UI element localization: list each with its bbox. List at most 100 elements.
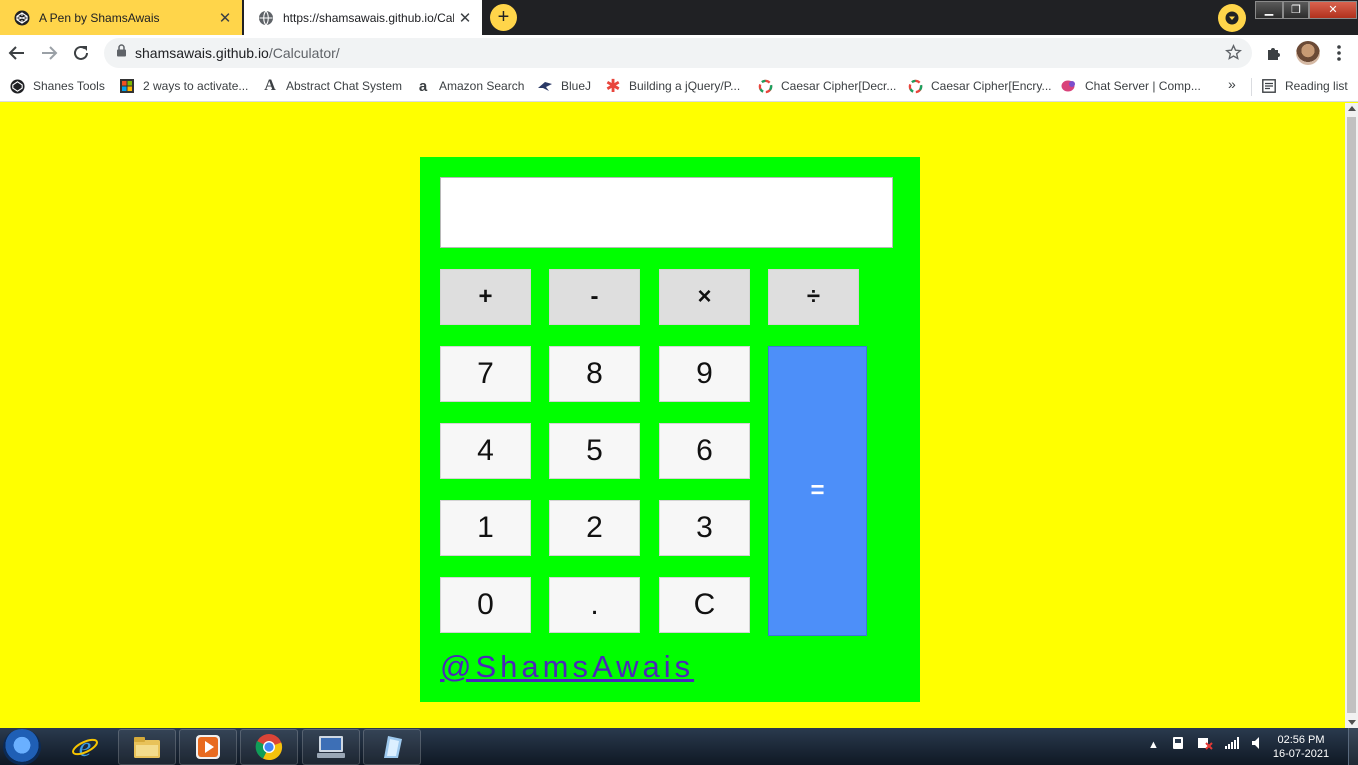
bookmarks-divider xyxy=(1251,78,1252,96)
asterisk-icon: ✱ xyxy=(605,75,621,96)
url-text: shamsawais.github.io/Calculator/ xyxy=(135,45,340,61)
ring-icon xyxy=(757,78,773,94)
multiply-button[interactable]: × xyxy=(659,269,750,325)
page-scrollbar[interactable] xyxy=(1345,103,1358,728)
bookmark-amazon-search[interactable]: a Amazon Search xyxy=(415,76,525,96)
digit-0-button[interactable]: 0 xyxy=(440,577,531,633)
windows-icon xyxy=(119,78,135,94)
close-window-button[interactable]: ✕ xyxy=(1309,1,1357,19)
letter-a-icon: A xyxy=(264,77,276,94)
digit-7-button[interactable]: 7 xyxy=(440,346,531,402)
bookmark-chat-server[interactable]: Chat Server | Comp... xyxy=(1061,76,1201,96)
file-explorer-icon[interactable] xyxy=(118,729,176,765)
new-tab-button[interactable]: + xyxy=(490,4,517,31)
calculator-display[interactable] xyxy=(440,177,893,248)
notepad-icon[interactable] xyxy=(363,729,421,765)
calculator: + - × ÷ 7 8 9 4 5 6 1 2 3 0 . C = @Shams… xyxy=(420,157,920,702)
digit-4-button[interactable]: 4 xyxy=(440,423,531,479)
bookmark-label: Shanes Tools xyxy=(33,79,105,93)
address-bar[interactable]: shamsawais.github.io/Calculator/ xyxy=(104,38,1252,68)
add-button[interactable]: + xyxy=(440,269,531,325)
bookmark-abstract-chat[interactable]: A Abstract Chat System xyxy=(262,76,402,96)
amazon-icon: a xyxy=(418,77,428,95)
chrome-icon[interactable] xyxy=(240,729,298,765)
extensions-puzzle-icon[interactable] xyxy=(1262,41,1286,65)
ring-icon xyxy=(907,78,923,94)
digit-1-button[interactable]: 1 xyxy=(440,500,531,556)
system-tray: ▲ xyxy=(1148,736,1263,753)
digit-5-button[interactable]: 5 xyxy=(549,423,640,479)
divide-button[interactable]: ÷ xyxy=(768,269,859,325)
subtract-button[interactable]: - xyxy=(549,269,640,325)
url-path: /Calculator/ xyxy=(268,45,340,61)
tab-search-button[interactable] xyxy=(1218,4,1246,32)
bookmark-shanes-tools[interactable]: Shanes Tools xyxy=(9,76,105,96)
digit-2-button[interactable]: 2 xyxy=(549,500,640,556)
minimize-button[interactable]: ▁ xyxy=(1255,1,1283,19)
equals-button[interactable]: = xyxy=(768,346,867,636)
media-player-icon[interactable] xyxy=(179,729,237,765)
volume-icon[interactable] xyxy=(1251,736,1263,753)
page-viewport: + - × ÷ 7 8 9 4 5 6 1 2 3 0 . C = @Shams… xyxy=(0,103,1345,728)
digit-6-button[interactable]: 6 xyxy=(659,423,750,479)
bookmark-ways-to-activate[interactable]: 2 ways to activate... xyxy=(119,76,248,96)
forward-button[interactable] xyxy=(35,39,63,67)
profile-avatar[interactable] xyxy=(1296,41,1320,65)
menu-dots-icon[interactable] xyxy=(1327,41,1351,65)
start-button[interactable] xyxy=(3,729,41,765)
codepen-icon xyxy=(14,10,30,26)
bookmarks-bar: Shanes Tools 2 ways to activate... A Abs… xyxy=(0,70,1358,102)
bookmark-label: BlueJ xyxy=(561,79,592,93)
reading-list-button[interactable]: Reading list xyxy=(1261,76,1348,96)
maximize-button[interactable]: ❐ xyxy=(1283,1,1309,19)
reload-button[interactable] xyxy=(67,39,95,67)
bookmark-label: Caesar Cipher[Decr... xyxy=(781,79,897,93)
tab-strip: A Pen by ShamsAwais ✕ https://shamsawais… xyxy=(0,0,1358,35)
reload-icon xyxy=(74,45,88,60)
tab-title: A Pen by ShamsAwais xyxy=(39,10,160,25)
decimal-point-button[interactable]: . xyxy=(549,577,640,633)
scrollbar-thumb[interactable] xyxy=(1347,117,1356,713)
forward-arrow-icon xyxy=(42,46,58,60)
url-host: shamsawais.github.io xyxy=(135,45,269,61)
close-icon[interactable]: ✕ xyxy=(454,9,476,27)
chevron-down-icon xyxy=(1225,11,1239,25)
bookmark-label: Chat Server | Comp... xyxy=(1085,79,1201,93)
bookmark-label: Building a jQuery/P... xyxy=(629,79,741,93)
reading-list-label: Reading list xyxy=(1285,79,1348,93)
windows-taskbar: e ▲ 02:56 PM 16-07-2021 xyxy=(0,728,1358,765)
bookmark-label: Caesar Cipher[Encry... xyxy=(931,79,1052,93)
author-credit-link[interactable]: @ShamsAwais xyxy=(440,649,694,685)
bookmark-bluej[interactable]: BlueJ xyxy=(537,76,591,96)
internet-explorer-icon[interactable]: e xyxy=(56,729,114,765)
bookmark-building-jquery[interactable]: ✱ Building a jQuery/P... xyxy=(605,76,740,96)
close-icon[interactable]: ✕ xyxy=(214,9,236,27)
remote-desktop-icon[interactable] xyxy=(302,729,360,765)
tab-codepen[interactable]: A Pen by ShamsAwais ✕ xyxy=(0,0,242,35)
bookmarks-overflow-button[interactable]: » xyxy=(1228,76,1236,92)
digit-3-button[interactable]: 3 xyxy=(659,500,750,556)
bluej-icon xyxy=(537,78,553,94)
scroll-down-icon[interactable] xyxy=(1348,720,1356,725)
tab-calculator[interactable]: https://shamsawais.github.io/Calc ✕ xyxy=(244,0,482,35)
taskbar-clock[interactable]: 02:56 PM 16-07-2021 xyxy=(1270,733,1332,761)
bookmark-caesar-encrypt[interactable]: Caesar Cipher[Encry... xyxy=(907,76,1052,96)
bookmark-label: 2 ways to activate... xyxy=(143,79,249,93)
digit-9-button[interactable]: 9 xyxy=(659,346,750,402)
bookmark-star-icon[interactable] xyxy=(1225,44,1242,66)
globe-icon xyxy=(258,10,274,26)
signal-bars-icon[interactable] xyxy=(1224,737,1239,752)
show-desktop-button[interactable] xyxy=(1348,728,1358,765)
clock-date: 16-07-2021 xyxy=(1272,748,1330,760)
digit-8-button[interactable]: 8 xyxy=(549,346,640,402)
back-arrow-icon xyxy=(8,46,24,60)
clear-button[interactable]: C xyxy=(659,577,750,633)
bookmark-label: Amazon Search xyxy=(439,79,525,93)
bookmark-caesar-decrypt[interactable]: Caesar Cipher[Decr... xyxy=(757,76,896,96)
scroll-up-icon[interactable] xyxy=(1348,106,1356,111)
tray-expand-icon[interactable]: ▲ xyxy=(1148,739,1159,751)
network-disconnected-icon[interactable] xyxy=(1197,736,1213,753)
back-button[interactable] xyxy=(3,39,31,67)
action-center-icon[interactable] xyxy=(1171,736,1185,753)
tab-title: https://shamsawais.github.io/Calc xyxy=(283,10,454,25)
